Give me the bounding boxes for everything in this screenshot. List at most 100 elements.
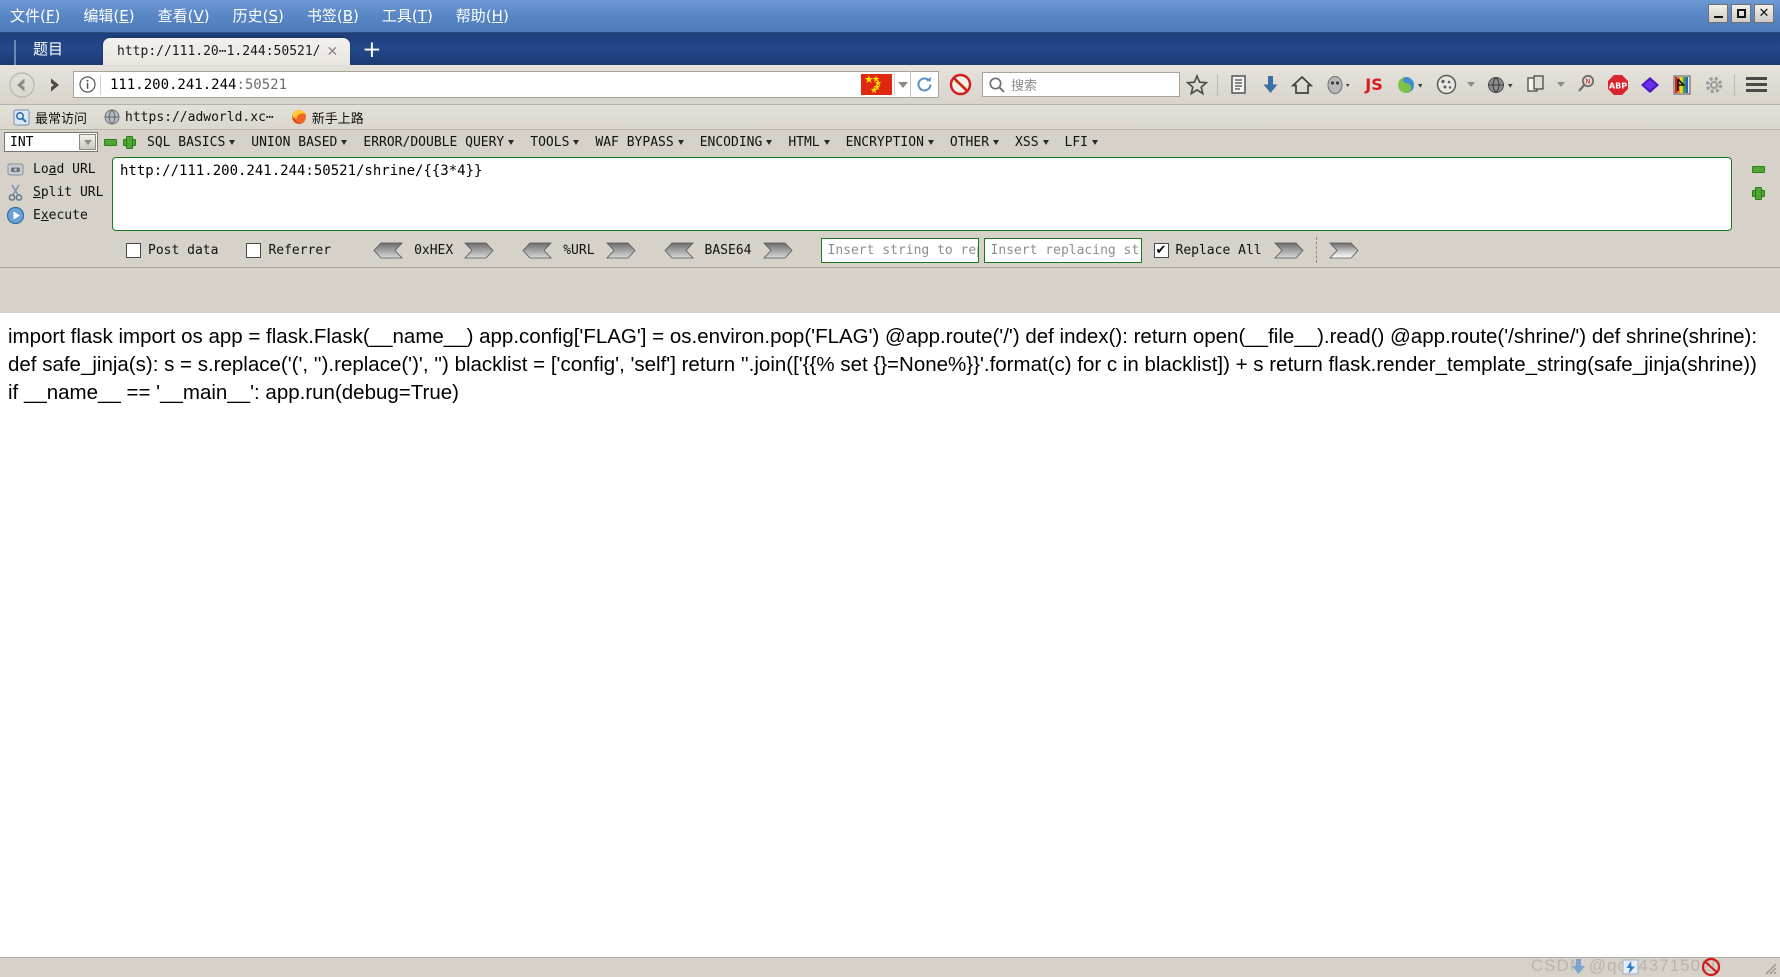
hackbar-side-buttons: [1736, 157, 1780, 231]
maximize-button[interactable]: [1731, 4, 1751, 23]
firefox-icon: [291, 109, 306, 124]
most-visited-icon: [13, 109, 30, 125]
hackbar-menu-other[interactable]: OTHER: [945, 134, 1004, 151]
replace-all-checkbox[interactable]: ✔ Replace All: [1153, 242, 1262, 258]
close-button[interactable]: ✕: [1754, 4, 1774, 23]
bookmark-adworld[interactable]: https://adworld.xc⋯: [99, 108, 279, 126]
proxy-button[interactable]: [1481, 70, 1519, 100]
search-icon: [989, 76, 1005, 93]
hamburger-line-3: [1746, 89, 1767, 92]
hackbar-menu-encryption[interactable]: ENCRYPTION: [841, 134, 939, 151]
search-input[interactable]: 搜索: [982, 72, 1180, 97]
resize-grip[interactable]: [1763, 961, 1777, 975]
page-copy-dropdown-button[interactable]: [1553, 74, 1569, 95]
tab-title: http://111.20⋯1.244:50521/: [117, 44, 321, 59]
cookie-dropdown-button[interactable]: [1463, 74, 1479, 95]
menu-bookmarks[interactable]: 书签(B): [305, 5, 361, 27]
url-decode-button[interactable]: [522, 242, 553, 259]
post-data-checkbox[interactable]: Post data: [126, 242, 218, 258]
rainbow-icon: [1673, 75, 1691, 94]
extra-apply-button[interactable]: [1328, 242, 1359, 259]
minimize-button[interactable]: [1708, 4, 1728, 23]
base64-encode-button[interactable]: [762, 242, 793, 259]
site-identity-icon[interactable]: [74, 74, 101, 95]
hackbar-type-select[interactable]: INT: [4, 132, 98, 152]
downloads-button[interactable]: [1255, 70, 1285, 100]
hackbar-menu-lfi[interactable]: LFI: [1060, 134, 1103, 151]
hackbar-type-dropdown-icon: [79, 134, 96, 150]
menu-bookmarks-label: 书签: [306, 7, 337, 25]
hackbar-shrink-button[interactable]: [1751, 163, 1765, 176]
noscript-button[interactable]: [945, 70, 975, 100]
addon-ghost-1-button[interactable]: [1319, 70, 1357, 100]
split-url-label: Split URL: [33, 185, 104, 200]
menu-file[interactable]: 文件(F): [8, 5, 62, 27]
hackbar-menu-html[interactable]: HTML: [783, 134, 834, 151]
hackbar-menu-label: XSS: [1015, 134, 1039, 150]
hackbar-url-textarea[interactable]: http://111.200.241.244:50521/shrine/{{3*…: [112, 157, 1732, 231]
settings-gear-button[interactable]: [1699, 70, 1729, 100]
hex-encode-button[interactable]: [464, 242, 494, 259]
base64-decode-button[interactable]: [663, 242, 694, 259]
addon-swirl-button[interactable]: [1391, 70, 1429, 100]
menu-view[interactable]: 查看(V): [156, 5, 212, 27]
back-button[interactable]: [7, 70, 37, 100]
bookmark-most-visited[interactable]: 最常访问: [8, 107, 92, 128]
hackbar-menu-xss[interactable]: XSS: [1010, 134, 1053, 151]
library-button[interactable]: [1223, 70, 1253, 100]
hackbar-menu-waf-bypass[interactable]: WAF BYPASS: [590, 134, 688, 151]
hackbar-add-button[interactable]: [123, 135, 136, 149]
referrer-checkbox[interactable]: Referrer: [246, 242, 331, 258]
country-flag-icon[interactable]: ★ ★ ★ ★ ★: [861, 74, 892, 95]
hackbar-remove-button[interactable]: [104, 136, 117, 149]
hackbar-grow-button[interactable]: [1751, 187, 1765, 200]
split-url-button[interactable]: Split URL: [0, 183, 112, 202]
bookmark-star-button[interactable]: [1182, 70, 1212, 100]
menu-bookmarks-mnemonic: B: [342, 7, 354, 25]
javascript-toggle-button[interactable]: JS: [1359, 70, 1389, 100]
replace-to-input[interactable]: Insert replacing string: [983, 237, 1142, 263]
menu-tools-label: 工具: [381, 7, 412, 25]
hackbar-menu-error-double-query[interactable]: ERROR/DOUBLE QUERY: [358, 134, 519, 151]
toolbar-separator-1: [1217, 73, 1218, 96]
rainbow-flag-button[interactable]: [1667, 70, 1697, 100]
replace-from-input[interactable]: Insert string to replace: [820, 237, 979, 263]
bookmark-label: https://adworld.xc⋯: [125, 109, 274, 125]
js-label: JS: [1365, 75, 1383, 94]
execute-button[interactable]: Execute: [0, 206, 112, 225]
menu-tools[interactable]: 工具(T): [380, 5, 435, 27]
violet-diamond-button[interactable]: [1635, 70, 1665, 100]
menu-file-mnemonic: F: [45, 7, 55, 25]
reload-button[interactable]: [910, 70, 938, 99]
tab-active[interactable]: http://111.20⋯1.244:50521/ ✕: [103, 38, 351, 65]
replace-apply-button[interactable]: [1273, 242, 1304, 259]
tab-close-icon[interactable]: ✕: [321, 44, 345, 60]
app-menu-button[interactable]: [1740, 77, 1773, 92]
new-tab-button[interactable]: +: [350, 39, 391, 65]
forward-button[interactable]: [39, 70, 69, 100]
hackbar-menu-sql-basics[interactable]: SQL BASICS: [142, 134, 240, 151]
bookmark-getting-started[interactable]: 新手上路: [286, 107, 369, 128]
page-copy-button[interactable]: [1521, 70, 1551, 100]
url-text: 111.200.241.244:50521: [101, 77, 861, 93]
home-button[interactable]: [1287, 70, 1317, 100]
hackbar-menu-union-based[interactable]: UNION BASED: [246, 134, 352, 151]
url-dropdown-button[interactable]: [894, 74, 910, 95]
menu-history[interactable]: 历史(S): [231, 5, 286, 27]
hex-decode-button[interactable]: [373, 242, 403, 259]
browser-window: 文件(F) 编辑(E) 查看(V) 历史(S) 书签(B) 工具(T) 帮助(H…: [0, 0, 1780, 977]
menu-help[interactable]: 帮助(H): [454, 5, 511, 27]
swirl-icon: [1398, 76, 1423, 93]
menu-edit[interactable]: 编辑(E): [81, 5, 136, 27]
navigation-toolbar: 111.200.241.244:50521 ★ ★ ★ ★ ★ 搜索 JS N …: [0, 65, 1780, 105]
hackbar-menu-tools[interactable]: TOOLS: [525, 134, 584, 151]
title-menu-bar: 文件(F) 编辑(E) 查看(V) 历史(S) 书签(B) 工具(T) 帮助(H…: [0, 0, 1780, 33]
find-button[interactable]: N: [1571, 70, 1601, 100]
hackbar-menu-encoding[interactable]: ENCODING: [695, 134, 778, 151]
adblock-plus-button[interactable]: ABP: [1603, 70, 1633, 100]
url-bar[interactable]: 111.200.241.244:50521 ★ ★ ★ ★ ★: [73, 70, 939, 99]
watermark-download-icon: [1572, 959, 1585, 974]
url-encode-button[interactable]: [605, 242, 636, 259]
cookie-manager-button[interactable]: [1431, 70, 1461, 100]
load-url-button[interactable]: Load URL: [0, 160, 112, 179]
